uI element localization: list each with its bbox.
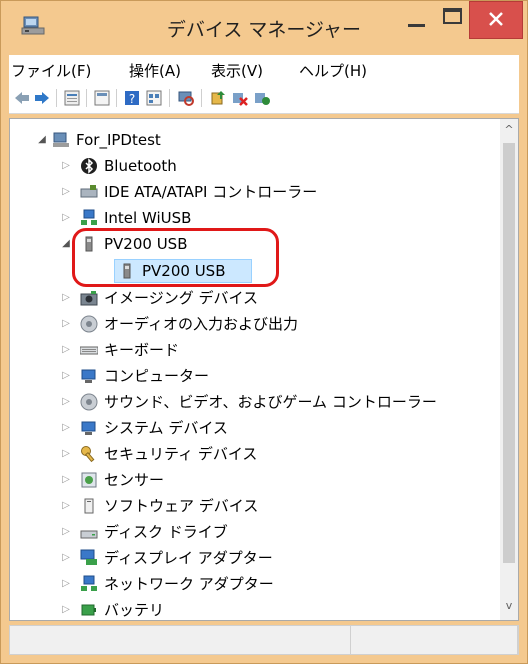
close-icon <box>489 12 503 26</box>
collapsed-arrow-icon[interactable]: ▷ <box>60 520 72 544</box>
minimize-icon <box>408 24 425 27</box>
maximize-icon <box>443 8 462 24</box>
tree-item-label: コンピューター <box>104 367 210 385</box>
minimize-button[interactable] <box>394 3 440 41</box>
tree-item-label: ソフトウェア デバイス <box>104 497 259 515</box>
collapsed-arrow-icon[interactable]: ▷ <box>60 572 72 596</box>
bluetooth-icon <box>81 158 97 174</box>
status-panel <box>10 626 351 654</box>
system-device-icon <box>81 421 96 435</box>
tree-item-label: システム デバイス <box>104 419 228 437</box>
tree-item-label: Bluetooth <box>104 157 177 175</box>
collapsed-arrow-icon[interactable]: ▷ <box>60 390 72 414</box>
device-manager-window: デバイス マネージャー ファイル(F) 操作(A) 表示(V) ヘルプ(H) ?… <box>0 0 528 664</box>
collapsed-arrow-icon[interactable]: ▷ <box>60 312 72 336</box>
menu-bar: ファイル(F) 操作(A) 表示(V) ヘルプ(H) <box>9 55 519 83</box>
toolbar-separator <box>201 89 202 107</box>
collapsed-arrow-icon[interactable]: ▷ <box>60 494 72 518</box>
security-key-icon <box>81 446 95 463</box>
disk-drive-icon <box>80 530 98 539</box>
back-icon[interactable] <box>13 89 31 107</box>
close-button[interactable] <box>469 1 523 39</box>
menu-action[interactable]: 操作(A) <box>129 60 181 81</box>
tree-item-label: サウンド、ビデオ、およびゲーム コントローラー <box>104 393 437 411</box>
collapsed-arrow-icon[interactable]: ▷ <box>60 546 72 570</box>
uninstall-icon[interactable] <box>231 89 249 107</box>
camera-icon <box>80 291 98 306</box>
collapsed-arrow-icon[interactable]: ▷ <box>60 286 72 310</box>
collapsed-arrow-icon[interactable]: ▷ <box>60 154 72 178</box>
scroll-up-icon[interactable]: ^ <box>500 121 518 139</box>
computer-icon <box>81 369 96 383</box>
help-icon[interactable]: ? <box>123 89 141 107</box>
collapsed-arrow-icon[interactable]: ▷ <box>60 442 72 466</box>
keyboard-icon <box>80 346 98 355</box>
software-device-icon <box>84 498 94 514</box>
battery-icon <box>81 604 96 616</box>
vertical-scrollbar[interactable]: ^ v <box>500 119 518 620</box>
show-hide-icon[interactable] <box>93 89 111 107</box>
menu-view[interactable]: 表示(V) <box>211 60 263 81</box>
properties-icon[interactable] <box>63 89 81 107</box>
toolbar-separator <box>86 89 87 107</box>
svg-text:?: ? <box>129 92 135 106</box>
tree-root-label: For_IPDtest <box>76 131 161 149</box>
red-annotation-outline <box>72 228 279 287</box>
tree-item-label: Intel WiUSB <box>104 209 192 227</box>
network-icon <box>81 209 97 225</box>
tree-item-label: IDE ATA/ATAPI コントローラー <box>104 183 318 201</box>
title-bar[interactable]: デバイス マネージャー <box>1 1 527 51</box>
tree-item-label: センサー <box>104 471 165 489</box>
forward-icon[interactable] <box>33 89 51 107</box>
toolbar-separator <box>116 89 117 107</box>
scroll-down-icon[interactable]: v <box>500 597 518 615</box>
view-icon[interactable] <box>145 89 163 107</box>
tree-item-label: イメージング デバイス <box>104 289 259 307</box>
toolbar: ? <box>9 83 519 114</box>
speaker-icon <box>80 315 98 333</box>
collapsed-arrow-icon[interactable]: ▷ <box>60 206 72 230</box>
toolbar-separator <box>169 89 170 107</box>
expanded-arrow-icon[interactable]: ◢ <box>36 128 48 152</box>
ide-controller-icon <box>80 185 98 198</box>
collapsed-arrow-icon[interactable]: ▷ <box>60 364 72 388</box>
scan-hardware-icon[interactable] <box>177 89 195 107</box>
tree-item-label: ディスク ドライブ <box>104 523 228 541</box>
maximize-button[interactable] <box>440 3 468 41</box>
status-panel <box>350 626 518 654</box>
menu-file[interactable]: ファイル(F) <box>11 60 91 81</box>
tree-item-label: ネットワーク アダプター <box>104 575 274 593</box>
tree-item-label: オーディオの入力および出力 <box>104 315 298 333</box>
enable-icon[interactable] <box>253 89 271 107</box>
collapsed-arrow-icon[interactable]: ▷ <box>60 416 72 440</box>
sensor-icon <box>81 472 97 488</box>
computer-icon <box>53 132 69 147</box>
toolbar-separator <box>56 89 57 107</box>
scrollbar-thumb[interactable] <box>503 143 515 563</box>
tree-item-label: ディスプレイ アダプター <box>104 549 273 567</box>
status-bar <box>9 625 519 655</box>
collapsed-arrow-icon[interactable]: ▷ <box>60 180 72 204</box>
network-adapter-icon <box>81 575 97 591</box>
tree-item-label: セキュリティ デバイス <box>104 445 258 463</box>
tree-item-label: バッテリ <box>104 601 165 619</box>
collapsed-arrow-icon[interactable]: ▷ <box>60 338 72 362</box>
device-tree[interactable]: ◢ For_IPDtest ▷ Bluetooth ▷ IDE ATA/ATAP… <box>9 118 519 621</box>
sound-icon <box>80 393 98 411</box>
expanded-arrow-icon[interactable]: ◢ <box>60 232 72 256</box>
collapsed-arrow-icon[interactable]: ▷ <box>60 598 72 620</box>
update-driver-icon[interactable] <box>209 89 227 107</box>
menu-help[interactable]: ヘルプ(H) <box>299 60 367 81</box>
collapsed-arrow-icon[interactable]: ▷ <box>60 468 72 492</box>
tree-item-label: キーボード <box>104 341 180 359</box>
display-adapter-icon <box>80 549 97 565</box>
